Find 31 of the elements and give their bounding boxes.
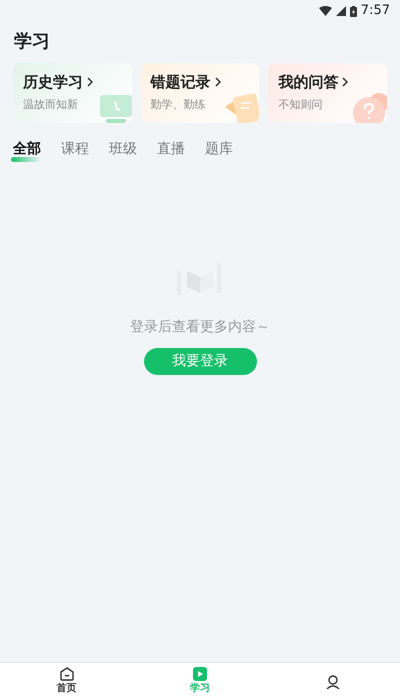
play-square-icon bbox=[192, 667, 207, 681]
category-tab[interactable]: 全部 bbox=[13, 139, 41, 164]
card-subtitle: 温故而知新 bbox=[23, 96, 79, 112]
shortcut-card[interactable]: 错题记录 勤学、勤练 bbox=[140, 63, 260, 123]
signal-icon bbox=[336, 6, 346, 16]
nav-tab[interactable]: 学习 bbox=[133, 663, 267, 700]
status-time: 7:57 bbox=[360, 2, 390, 20]
card-title: 历史学习 bbox=[23, 72, 83, 93]
category-tab[interactable]: 直播 bbox=[157, 139, 185, 164]
card-title: 错题记录 bbox=[150, 72, 211, 93]
home-icon bbox=[60, 667, 74, 681]
chevron-right-icon bbox=[342, 77, 348, 88]
monitor-icon bbox=[100, 95, 132, 123]
battery-icon bbox=[350, 6, 357, 16]
papers-icon bbox=[225, 93, 260, 123]
category-tab[interactable]: 题库 bbox=[205, 139, 233, 164]
chevron-right-icon bbox=[214, 77, 221, 88]
card-title: 我的问答 bbox=[278, 72, 338, 93]
card-subtitle: 不知则问 bbox=[278, 96, 324, 112]
shortcut-card[interactable]: 历史学习 温故而知新 bbox=[13, 63, 132, 123]
card-subtitle: 勤学、勤练 bbox=[150, 96, 207, 112]
category-tab[interactable]: 课程 bbox=[61, 139, 89, 164]
nav-tab[interactable]: 首页 bbox=[0, 663, 134, 700]
chevron-right-icon bbox=[87, 77, 93, 88]
category-tab[interactable]: 班级 bbox=[109, 139, 137, 164]
login-button[interactable]: 我要登录 bbox=[144, 348, 256, 375]
empty-message: 登录后查看更多内容～ bbox=[130, 318, 270, 337]
person-icon bbox=[326, 674, 340, 688]
shortcut-card[interactable]: 我的问答 不知则问 bbox=[268, 63, 388, 123]
page-title: 学习 bbox=[14, 30, 50, 54]
wifi-icon bbox=[318, 6, 332, 16]
